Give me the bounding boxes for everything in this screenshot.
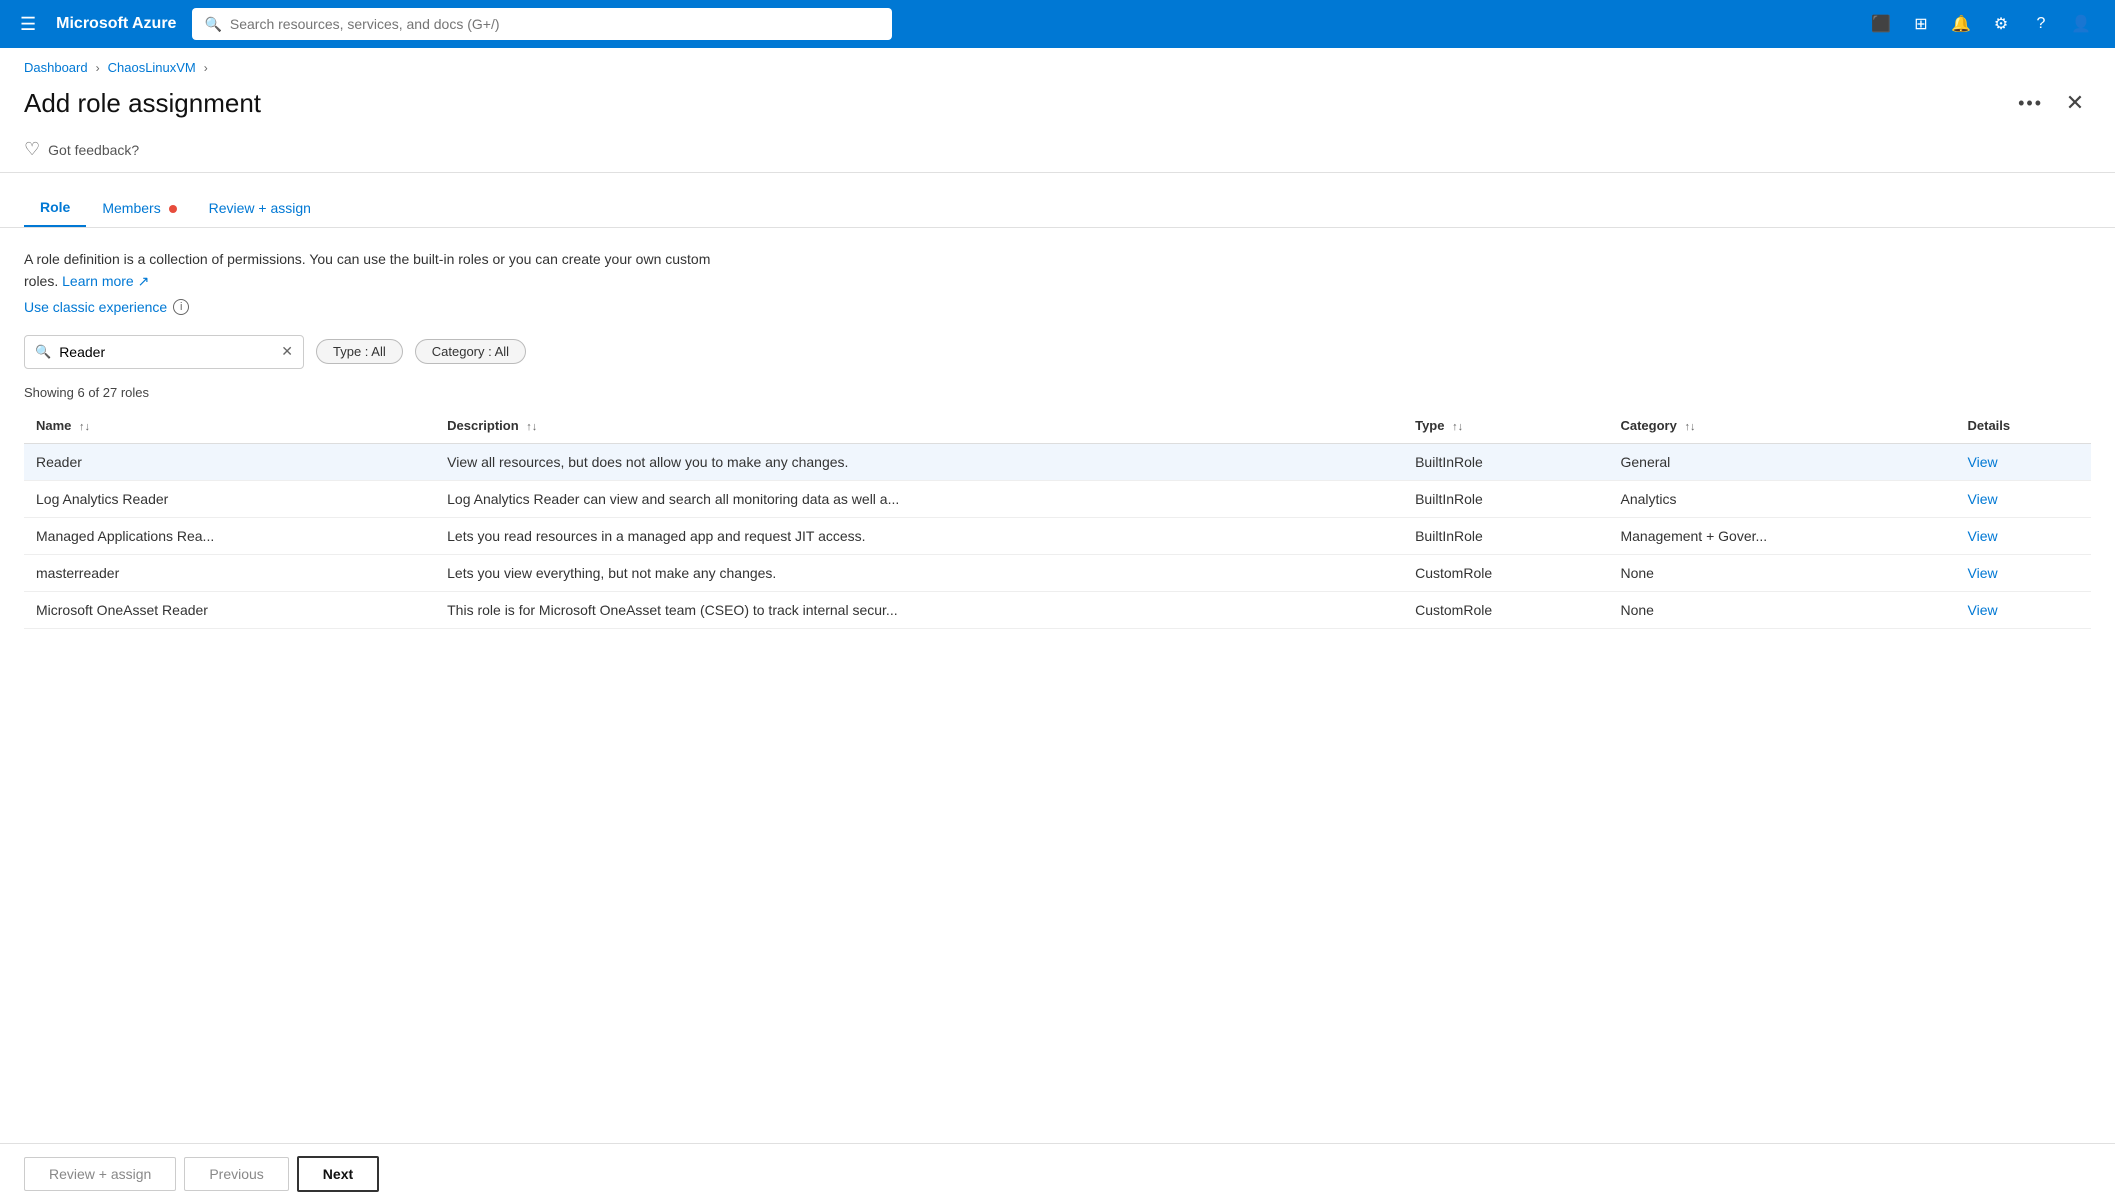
previous-button[interactable]: Previous — [184, 1157, 288, 1191]
role-description-cell: This role is for Microsoft OneAsset team… — [435, 591, 1403, 628]
breadcrumb-dashboard[interactable]: Dashboard — [24, 60, 88, 75]
role-details-cell[interactable]: View — [1956, 591, 2092, 628]
breadcrumb: Dashboard › ChaosLinuxVM › — [0, 48, 2115, 83]
global-search-input[interactable] — [230, 16, 881, 32]
table-row[interactable]: masterreader Lets you view everything, b… — [24, 554, 2091, 591]
breadcrumb-sep-2: › — [204, 61, 208, 75]
breadcrumb-vm[interactable]: ChaosLinuxVM — [108, 60, 196, 75]
main-content: A role definition is a collection of per… — [0, 228, 2115, 649]
help-icon[interactable]: ? — [2023, 6, 2059, 42]
breadcrumb-sep-1: › — [96, 61, 100, 75]
results-count: Showing 6 of 27 roles — [24, 385, 2091, 400]
role-category-cell: General — [1608, 443, 1955, 480]
tab-role-label: Role — [40, 199, 70, 215]
hamburger-icon[interactable]: ☰ — [16, 10, 40, 39]
tab-members[interactable]: Members — [86, 190, 192, 226]
col-header-category[interactable]: Category ↑↓ — [1608, 408, 1955, 444]
role-name-cell: Reader — [24, 443, 435, 480]
role-name-cell: Managed Applications Rea... — [24, 517, 435, 554]
more-options-button[interactable]: ••• — [2010, 89, 2051, 118]
feedback-bar: ♡ Got feedback? — [0, 127, 2115, 173]
role-category-cell: None — [1608, 591, 1955, 628]
table-row[interactable]: Microsoft OneAsset Reader This role is f… — [24, 591, 2091, 628]
role-type-cell: CustomRole — [1403, 591, 1608, 628]
view-link[interactable]: View — [1968, 602, 1998, 618]
col-header-name[interactable]: Name ↑↓ — [24, 408, 435, 444]
search-clear-icon[interactable]: ✕ — [281, 343, 293, 360]
members-notification-dot — [169, 205, 177, 213]
category-sort-icon: ↑↓ — [1684, 421, 1695, 433]
info-icon[interactable]: i — [173, 299, 189, 315]
table-row[interactable]: Log Analytics Reader Log Analytics Reade… — [24, 480, 2091, 517]
tab-members-label: Members — [102, 200, 160, 216]
app-logo: Microsoft Azure — [56, 15, 176, 33]
role-type-cell: BuiltInRole — [1403, 443, 1608, 480]
role-details-cell[interactable]: View — [1956, 480, 2092, 517]
desc-sort-icon: ↑↓ — [526, 421, 537, 433]
role-details-cell[interactable]: View — [1956, 517, 2092, 554]
role-search-box[interactable]: 🔍 ✕ — [24, 335, 304, 369]
search-icon: 🔍 — [204, 16, 221, 33]
account-icon[interactable]: 👤 — [2063, 6, 2099, 42]
role-description-cell: Log Analytics Reader can view and search… — [435, 480, 1403, 517]
classic-exp-label: Use classic experience — [24, 299, 167, 315]
table-row[interactable]: Managed Applications Rea... Lets you rea… — [24, 517, 2091, 554]
topnav-icon-group: ⬛ ⊞ 🔔 ⚙ ? 👤 — [1863, 6, 2099, 42]
role-description-cell: Lets you read resources in a managed app… — [435, 517, 1403, 554]
role-category-cell: Analytics — [1608, 480, 1955, 517]
name-sort-icon: ↑↓ — [79, 421, 90, 433]
type-filter-pill[interactable]: Type : All — [316, 339, 403, 364]
roles-table-scroll[interactable]: Name ↑↓ Description ↑↓ Type ↑↓ Category … — [24, 400, 2091, 629]
col-header-type[interactable]: Type ↑↓ — [1403, 408, 1608, 444]
header-actions: ••• ✕ — [2010, 87, 2091, 119]
portal-menu-icon[interactable]: ⊞ — [1903, 6, 1939, 42]
classic-experience-link[interactable]: Use classic experience i — [24, 299, 2091, 315]
role-details-cell[interactable]: View — [1956, 443, 2092, 480]
col-header-description[interactable]: Description ↑↓ — [435, 408, 1403, 444]
role-type-cell: CustomRole — [1403, 554, 1608, 591]
settings-icon[interactable]: ⚙ — [1983, 6, 2019, 42]
heart-icon: ♡ — [24, 139, 40, 160]
role-description-cell: View all resources, but does not allow y… — [435, 443, 1403, 480]
role-name-cell: Log Analytics Reader — [24, 480, 435, 517]
roles-table: Name ↑↓ Description ↑↓ Type ↑↓ Category … — [24, 408, 2091, 629]
view-link[interactable]: View — [1968, 528, 1998, 544]
bottom-bar: Review + assign Previous Next — [0, 1143, 2115, 1204]
role-type-cell: BuiltInRole — [1403, 517, 1608, 554]
role-search-input[interactable] — [59, 344, 273, 360]
category-filter-pill[interactable]: Category : All — [415, 339, 526, 364]
close-button[interactable]: ✕ — [2059, 87, 2091, 119]
view-link[interactable]: View — [1968, 454, 1998, 470]
view-link[interactable]: View — [1968, 491, 1998, 507]
next-button[interactable]: Next — [297, 1156, 379, 1192]
role-description: A role definition is a collection of per… — [24, 248, 724, 293]
page-header: Add role assignment ••• ✕ — [0, 83, 2115, 119]
page-title: Add role assignment — [24, 88, 261, 119]
table-header-row: Name ↑↓ Description ↑↓ Type ↑↓ Category … — [24, 408, 2091, 444]
role-name-cell: Microsoft OneAsset Reader — [24, 591, 435, 628]
search-filter-row: 🔍 ✕ Type : All Category : All — [24, 335, 2091, 369]
learn-more-link[interactable]: Learn more ↗ — [62, 273, 149, 289]
top-navigation: ☰ Microsoft Azure 🔍 ⬛ ⊞ 🔔 ⚙ ? 👤 — [0, 0, 2115, 48]
tab-review-label: Review + assign — [209, 200, 311, 216]
role-description-cell: Lets you view everything, but not make a… — [435, 554, 1403, 591]
review-assign-button[interactable]: Review + assign — [24, 1157, 176, 1191]
cloud-shell-icon[interactable]: ⬛ — [1863, 6, 1899, 42]
search-icon: 🔍 — [35, 344, 51, 360]
role-category-cell: None — [1608, 554, 1955, 591]
role-category-cell: Management + Gover... — [1608, 517, 1955, 554]
role-details-cell[interactable]: View — [1956, 554, 2092, 591]
role-type-cell: BuiltInRole — [1403, 480, 1608, 517]
global-search-box[interactable]: 🔍 — [192, 8, 892, 40]
col-header-details: Details — [1956, 408, 2092, 444]
tab-role[interactable]: Role — [24, 189, 86, 227]
table-row[interactable]: Reader View all resources, but does not … — [24, 443, 2091, 480]
role-name-cell: masterreader — [24, 554, 435, 591]
feedback-label[interactable]: Got feedback? — [48, 142, 139, 158]
tab-bar: Role Members Review + assign — [0, 189, 2115, 228]
notifications-icon[interactable]: 🔔 — [1943, 6, 1979, 42]
type-sort-icon: ↑↓ — [1452, 421, 1463, 433]
tab-review-assign[interactable]: Review + assign — [193, 190, 327, 226]
view-link[interactable]: View — [1968, 565, 1998, 581]
